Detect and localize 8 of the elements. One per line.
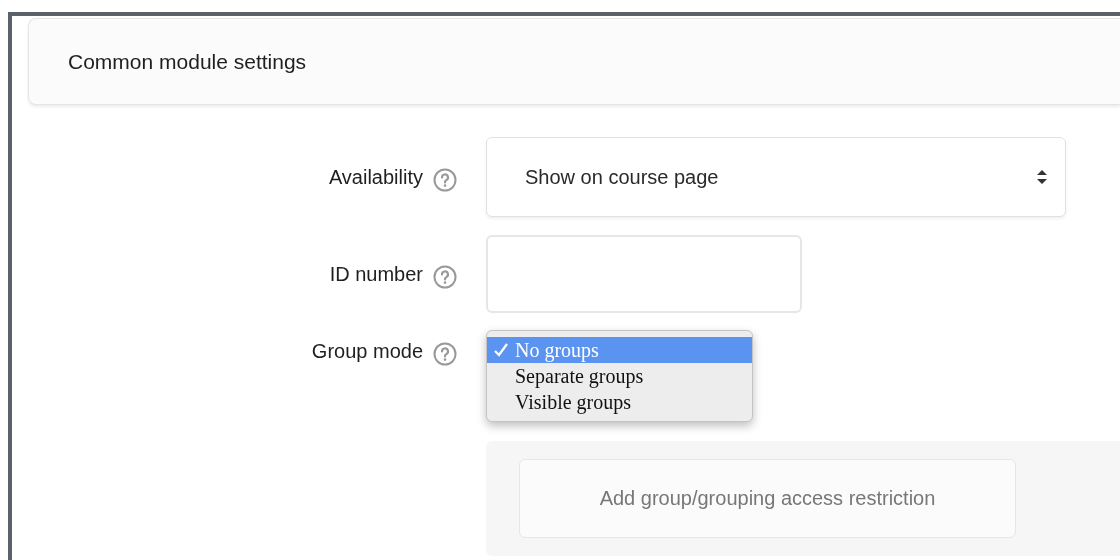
field-label: Availability — [328, 165, 423, 189]
section-title: Common module settings — [68, 49, 307, 74]
dropdown-option[interactable]: Separate groups — [487, 363, 752, 389]
field-label: Group mode — [311, 339, 423, 363]
add-restriction-button[interactable]: Add group/grouping access restriction — [519, 459, 1016, 538]
field-label: ID number — [329, 262, 423, 286]
availability-select[interactable]: Show on course page — [486, 137, 1066, 217]
dropdown-option[interactable]: Visible groups — [487, 389, 752, 415]
